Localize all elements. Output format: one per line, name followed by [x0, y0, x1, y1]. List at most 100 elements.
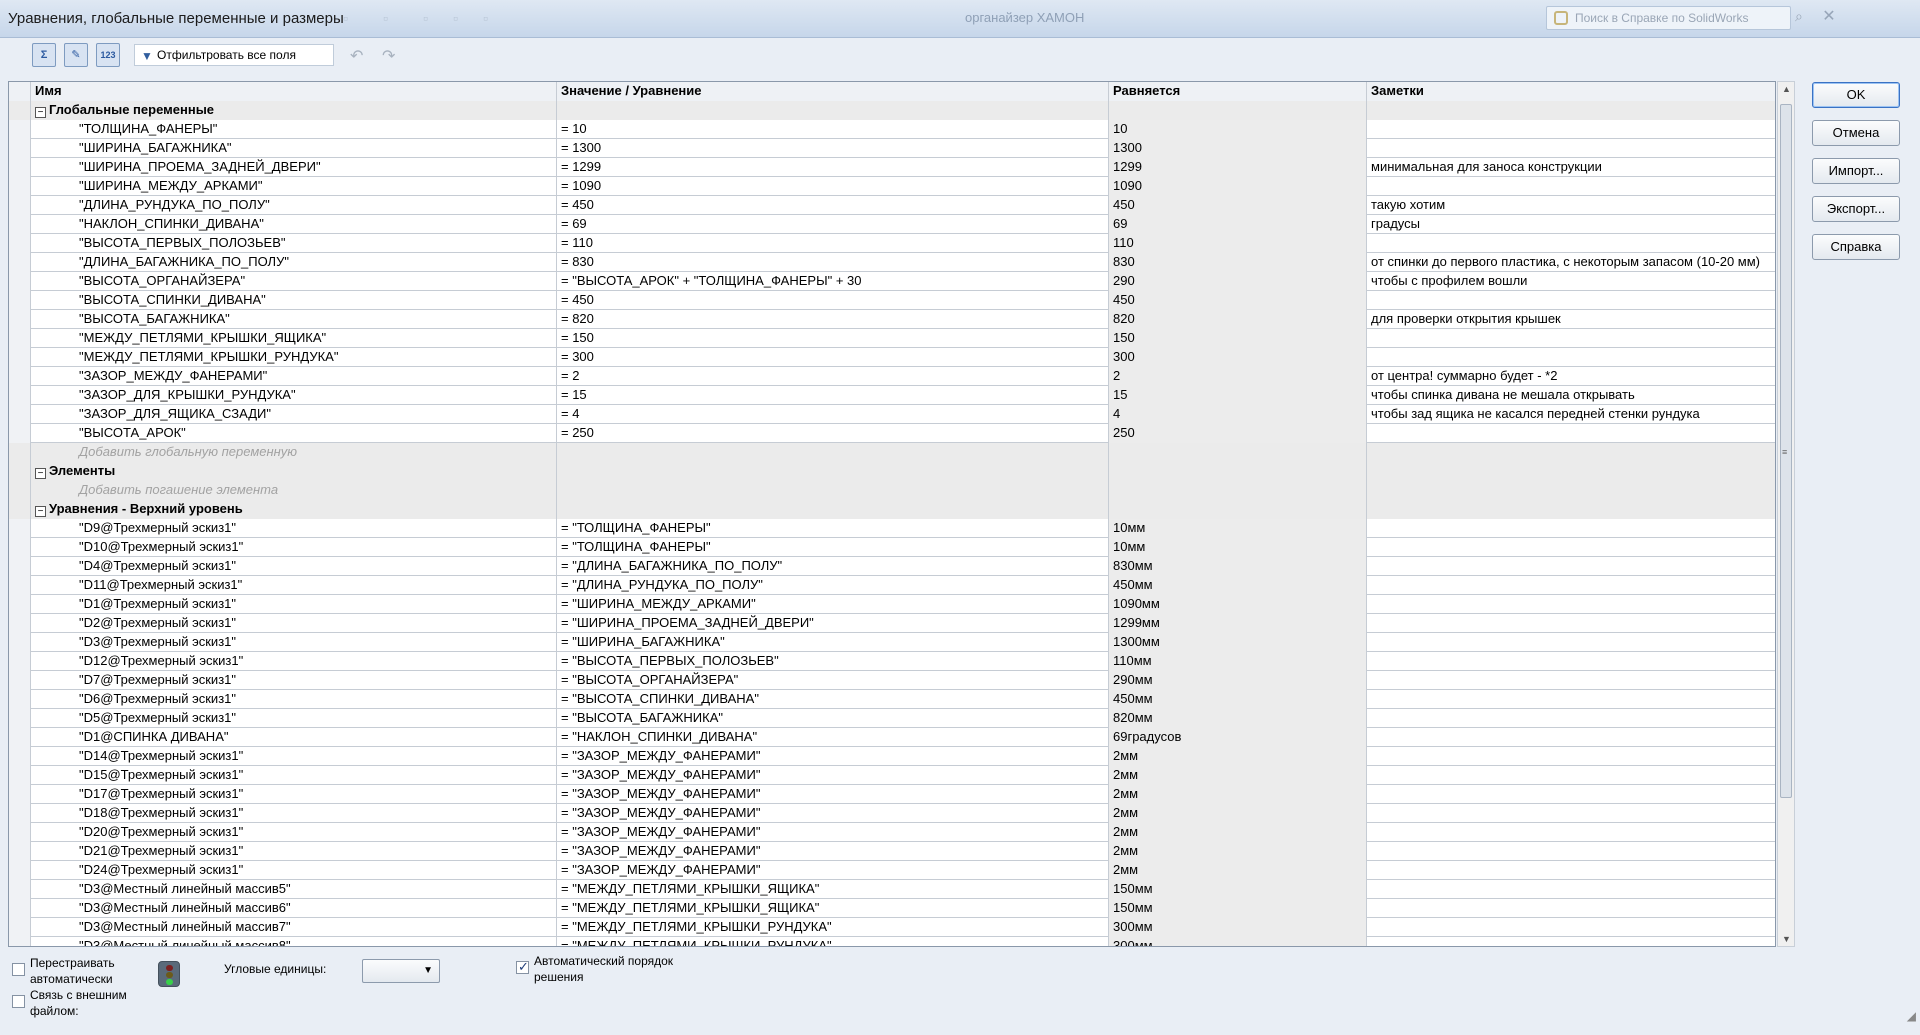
value-cell[interactable]: = "ВЫСОТА_СПИНКИ_ДИВАНА" [557, 690, 1109, 709]
table-row[interactable]: "D24@Трехмерный эскиз1" = "ЗАЗОР_МЕЖДУ_ФА… [9, 861, 1775, 880]
name-cell[interactable]: "D1@Трехмерный эскиз1" [31, 595, 557, 614]
column-header-notes[interactable]: Заметки [1367, 82, 1775, 101]
row-selector[interactable] [9, 766, 31, 785]
add-placeholder[interactable]: Добавить глобальную переменную [31, 443, 557, 462]
value-cell[interactable]: = "НАКЛОН_СПИНКИ_ДИВАНА" [557, 728, 1109, 747]
value-cell[interactable]: = "ШИРИНА_ПРОЕМА_ЗАДНЕЙ_ДВЕРИ" [557, 614, 1109, 633]
name-cell[interactable]: "ШИРИНА_ПРОЕМА_ЗАДНЕЙ_ДВЕРИ" [31, 158, 557, 177]
notes-cell[interactable]: чтобы спинка дивана не мешала открывать [1367, 386, 1775, 405]
notes-cell[interactable] [1367, 918, 1775, 937]
name-cell[interactable]: "D3@Трехмерный эскиз1" [31, 633, 557, 652]
name-cell[interactable]: "D2@Трехмерный эскиз1" [31, 614, 557, 633]
row-selector[interactable] [9, 481, 31, 500]
value-cell[interactable]: = "ЗАЗОР_МЕЖДУ_ФАНЕРАМИ" [557, 785, 1109, 804]
row-selector[interactable] [9, 405, 31, 424]
notes-cell[interactable] [1367, 139, 1775, 158]
notes-cell[interactable]: чтобы зад ящика не касался передней стен… [1367, 405, 1775, 424]
name-cell[interactable]: "D21@Трехмерный эскиз1" [31, 842, 557, 861]
name-cell[interactable]: "ВЫСОТА_ПЕРВЫХ_ПОЛОЗЬЕВ" [31, 234, 557, 253]
table-row[interactable]: "ДЛИНА_РУНДУКА_ПО_ПОЛУ" = 450 450 такую хот… [9, 196, 1775, 215]
value-cell[interactable]: = "ТОЛЩИНА_ФАНЕРЫ" [557, 538, 1109, 557]
sigma-filter-icon[interactable]: Σ [32, 43, 56, 67]
name-cell[interactable]: "ВЫСОТА_СПИНКИ_ДИВАНА" [31, 291, 557, 310]
value-cell[interactable]: = "МЕЖДУ_ПЕТЛЯМИ_КРЫШКИ_ЯЩИКА" [557, 899, 1109, 918]
name-cell[interactable]: "D11@Трехмерный эскиз1" [31, 576, 557, 595]
value-cell[interactable]: = "МЕЖДУ_ПЕТЛЯМИ_КРЫШКИ_РУНДУКА" [557, 937, 1109, 946]
name-cell[interactable]: "D7@Трехмерный эскиз1" [31, 671, 557, 690]
value-cell[interactable]: = "МЕЖДУ_ПЕТЛЯМИ_КРЫШКИ_ЯЩИКА" [557, 880, 1109, 899]
notes-cell[interactable]: для проверки открытия крышек [1367, 310, 1775, 329]
link-external-checkbox[interactable] [12, 995, 25, 1008]
table-row[interactable]: "D9@Трехмерный эскиз1" = "ТОЛЩИНА_ФАНЕРЫ"… [9, 519, 1775, 538]
row-selector[interactable] [9, 500, 31, 519]
ok-button[interactable]: OK [1812, 82, 1900, 108]
table-row[interactable]: "D6@Трехмерный эскиз1" = "ВЫСОТА_СПИНКИ_Д… [9, 690, 1775, 709]
table-row[interactable]: "МЕЖДУ_ПЕТЛЯМИ_КРЫШКИ_РУНДУКА" = 300 300 [9, 348, 1775, 367]
row-selector[interactable] [9, 709, 31, 728]
row-selector[interactable] [9, 462, 31, 481]
notes-cell[interactable] [1367, 614, 1775, 633]
search-icon[interactable]: ⌕ [1795, 8, 1811, 26]
notes-cell[interactable] [1367, 652, 1775, 671]
value-cell[interactable]: = "ШИРИНА_БАГАЖНИКА" [557, 633, 1109, 652]
value-cell[interactable]: = "ШИРИНА_МЕЖДУ_АРКАМИ" [557, 595, 1109, 614]
scroll-up-icon[interactable]: ▲ [1782, 84, 1791, 94]
notes-cell[interactable] [1367, 234, 1775, 253]
auto-rebuild-checkbox[interactable] [12, 963, 25, 976]
notes-cell[interactable] [1367, 937, 1775, 946]
row-selector[interactable] [9, 272, 31, 291]
table-row[interactable]: "ЗАЗОР_ДЛЯ_КРЫШКИ_РУНДУКА" = 15 15 чтобы сп… [9, 386, 1775, 405]
row-selector[interactable] [9, 918, 31, 937]
notes-cell[interactable] [1367, 576, 1775, 595]
row-selector[interactable] [9, 538, 31, 557]
column-header-value[interactable]: Значение / Уравнение [557, 82, 1109, 101]
table-row[interactable]: "ЗАЗОР_МЕЖДУ_ФАНЕРАМИ" = 2 2 от центра! сум… [9, 367, 1775, 386]
table-row[interactable]: "D7@Трехмерный эскиз1" = "ВЫСОТА_ОРГАНАЙЗ… [9, 671, 1775, 690]
name-cell[interactable]: "D24@Трехмерный эскиз1" [31, 861, 557, 880]
table-row[interactable]: "D1@СПИНКА ДИВАНА" = "НАКЛОН_СПИНКИ_ДИВАН… [9, 728, 1775, 747]
row-selector[interactable] [9, 367, 31, 386]
add-placeholder[interactable]: Добавить погашение элемента [31, 481, 557, 500]
notes-cell[interactable] [1367, 177, 1775, 196]
column-header-equals[interactable]: Равняется [1109, 82, 1367, 101]
table-row[interactable]: "D1@Трехмерный эскиз1" = "ШИРИНА_МЕЖДУ_АР… [9, 595, 1775, 614]
value-cell[interactable]: = "МЕЖДУ_ПЕТЛЯМИ_КРЫШКИ_РУНДУКА" [557, 918, 1109, 937]
auto-order-checkbox[interactable] [516, 959, 529, 975]
notes-cell[interactable]: от спинки до первого пластика, с некотор… [1367, 253, 1775, 272]
scroll-down-icon[interactable]: ▼ [1782, 934, 1791, 944]
value-cell[interactable]: = 250 [557, 424, 1109, 443]
name-cell[interactable]: "ЗАЗОР_ДЛЯ_ЯЩИКА_СЗАДИ" [31, 405, 557, 424]
row-selector[interactable] [9, 348, 31, 367]
row-selector[interactable] [9, 785, 31, 804]
notes-cell[interactable] [1367, 709, 1775, 728]
row-selector[interactable] [9, 443, 31, 462]
row-selector[interactable] [9, 899, 31, 918]
row-selector[interactable] [9, 215, 31, 234]
notes-cell[interactable]: от центра! суммарно будет - *2 [1367, 367, 1775, 386]
table-row[interactable]: "ВЫСОТА_ОРГАНАЙЗЕРА" = "ВЫСОТА_АРОК" + "Т… [9, 272, 1775, 291]
notes-cell[interactable] [1367, 690, 1775, 709]
redo-icon[interactable]: ↷ [382, 46, 395, 66]
row-selector[interactable] [9, 139, 31, 158]
notes-cell[interactable] [1367, 557, 1775, 576]
value-cell[interactable]: = 820 [557, 310, 1109, 329]
table-row[interactable]: "ШИРИНА_МЕЖДУ_АРКАМИ" = 1090 1090 [9, 177, 1775, 196]
table-row[interactable]: "D4@Трехмерный эскиз1" = "ДЛИНА_БАГАЖНИКА… [9, 557, 1775, 576]
table-row[interactable]: "ЗАЗОР_ДЛЯ_ЯЩИКА_СЗАДИ" = 4 4 чтобы зад ящи… [9, 405, 1775, 424]
table-row[interactable]: "D17@Трехмерный эскиз1" = "ЗАЗОР_МЕЖДУ_ФА… [9, 785, 1775, 804]
ordered-view-icon[interactable]: 123 [96, 43, 120, 67]
notes-cell[interactable] [1367, 785, 1775, 804]
value-cell[interactable]: = "ДЛИНА_БАГАЖНИКА_ПО_ПОЛУ" [557, 557, 1109, 576]
table-row[interactable]: "ДЛИНА_БАГАЖНИКА_ПО_ПОЛУ" = 830 830 от спин… [9, 253, 1775, 272]
name-cell[interactable]: "D14@Трехмерный эскиз1" [31, 747, 557, 766]
filter-input[interactable]: ▼ Отфильтровать все поля [134, 44, 334, 66]
value-cell[interactable]: = 150 [557, 329, 1109, 348]
notes-cell[interactable]: градусы [1367, 215, 1775, 234]
value-cell[interactable]: = 10 [557, 120, 1109, 139]
notes-cell[interactable] [1367, 842, 1775, 861]
close-icon[interactable]: ✕ [1818, 6, 1840, 28]
name-cell[interactable]: "ШИРИНА_МЕЖДУ_АРКАМИ" [31, 177, 557, 196]
notes-cell[interactable]: такую хотим [1367, 196, 1775, 215]
row-selector[interactable] [9, 576, 31, 595]
group-row-elements[interactable]: − Элементы [9, 462, 1775, 481]
